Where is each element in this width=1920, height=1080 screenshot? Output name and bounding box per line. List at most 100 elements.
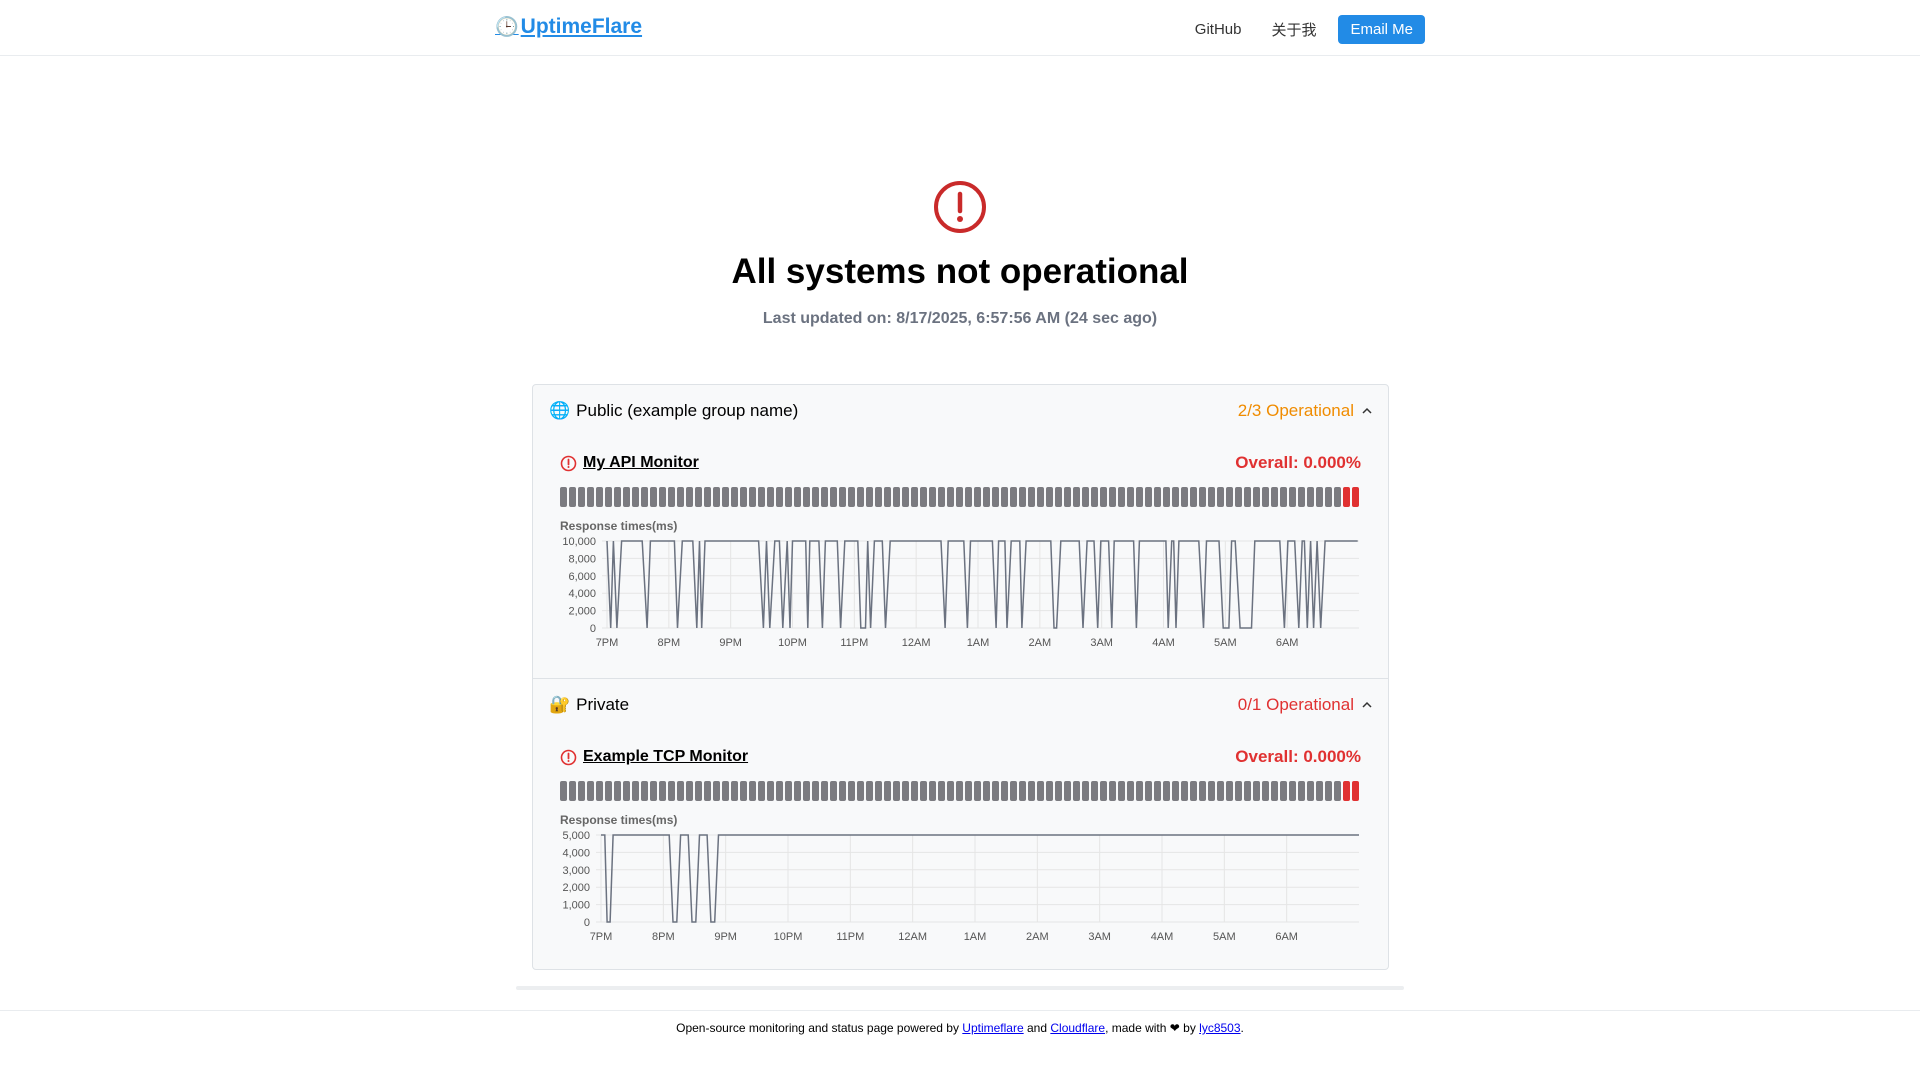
uptime-bar[interactable]	[1037, 781, 1044, 801]
uptime-bar[interactable]	[1244, 487, 1251, 507]
uptime-bar[interactable]	[587, 487, 594, 507]
uptime-bar[interactable]	[911, 487, 918, 507]
uptime-bar[interactable]	[569, 781, 576, 801]
uptime-bar[interactable]	[812, 487, 819, 507]
uptime-bar[interactable]	[560, 781, 567, 801]
uptime-bar[interactable]	[1271, 487, 1278, 507]
uptime-bar[interactable]	[749, 487, 756, 507]
uptime-bar[interactable]	[830, 487, 837, 507]
uptime-bar[interactable]	[677, 781, 684, 801]
uptime-bar[interactable]	[1334, 781, 1341, 801]
uptime-bar[interactable]	[1019, 781, 1026, 801]
uptime-bar[interactable]	[641, 781, 648, 801]
uptime-bar[interactable]	[1019, 487, 1026, 507]
uptime-bar[interactable]	[704, 487, 711, 507]
uptime-bar[interactable]	[1289, 781, 1296, 801]
uptime-bar[interactable]	[929, 781, 936, 801]
uptime-bar[interactable]	[983, 781, 990, 801]
uptimeflare-link[interactable]: Uptimeflare	[962, 1021, 1023, 1035]
uptime-bar[interactable]	[848, 487, 855, 507]
uptime-bar[interactable]	[1271, 781, 1278, 801]
uptime-bar[interactable]	[812, 781, 819, 801]
uptime-bar[interactable]	[578, 487, 585, 507]
uptime-bar[interactable]	[1343, 781, 1350, 801]
uptime-bar[interactable]	[1307, 781, 1314, 801]
uptime-bar[interactable]	[857, 781, 864, 801]
uptime-bar[interactable]	[1028, 781, 1035, 801]
uptime-bar[interactable]	[1334, 487, 1341, 507]
uptime-bar[interactable]	[695, 487, 702, 507]
uptime-bar[interactable]	[794, 487, 801, 507]
uptime-bar[interactable]	[1235, 487, 1242, 507]
uptime-bar[interactable]	[866, 781, 873, 801]
uptime-bar[interactable]	[956, 487, 963, 507]
uptime-bar[interactable]	[1343, 487, 1350, 507]
uptime-bar[interactable]	[938, 487, 945, 507]
uptime-bar[interactable]	[668, 487, 675, 507]
uptime-bar[interactable]	[929, 487, 936, 507]
uptime-bar[interactable]	[1127, 487, 1134, 507]
uptime-bar[interactable]	[776, 781, 783, 801]
uptime-bar[interactable]	[911, 781, 918, 801]
uptime-bar[interactable]	[614, 781, 621, 801]
uptime-bar[interactable]	[1010, 487, 1017, 507]
uptime-bar[interactable]	[1208, 487, 1215, 507]
uptime-bar[interactable]	[848, 781, 855, 801]
uptime-bar[interactable]	[632, 781, 639, 801]
uptime-bar[interactable]	[659, 781, 666, 801]
uptime-bar[interactable]	[920, 781, 927, 801]
uptime-bar[interactable]	[1046, 487, 1053, 507]
uptime-bar[interactable]	[623, 781, 630, 801]
uptime-bar[interactable]	[1352, 781, 1359, 801]
uptime-bar[interactable]	[965, 781, 972, 801]
uptime-bar[interactable]	[1109, 781, 1116, 801]
uptime-bar[interactable]	[1280, 781, 1287, 801]
uptime-bar[interactable]	[587, 781, 594, 801]
uptime-bar[interactable]	[1208, 781, 1215, 801]
uptime-bar[interactable]	[1289, 487, 1296, 507]
uptime-bar[interactable]	[893, 781, 900, 801]
uptime-bar[interactable]	[686, 781, 693, 801]
uptime-bar[interactable]	[947, 781, 954, 801]
uptime-bar[interactable]	[740, 487, 747, 507]
uptime-bar[interactable]	[1190, 487, 1197, 507]
uptime-bar[interactable]	[920, 487, 927, 507]
uptime-bar[interactable]	[758, 781, 765, 801]
monitor-name-link[interactable]: My API Monitor	[560, 454, 699, 472]
uptime-bar[interactable]	[1136, 487, 1143, 507]
uptime-bar[interactable]	[1136, 781, 1143, 801]
monitor-name-link[interactable]: Example TCP Monitor	[560, 748, 748, 766]
uptime-bar[interactable]	[1181, 487, 1188, 507]
uptime-bar[interactable]	[1298, 781, 1305, 801]
uptime-bar[interactable]	[1100, 487, 1107, 507]
uptime-bar[interactable]	[1217, 781, 1224, 801]
uptime-bar[interactable]	[821, 487, 828, 507]
uptime-bar[interactable]	[1091, 781, 1098, 801]
uptime-bar[interactable]	[1226, 487, 1233, 507]
uptime-bar[interactable]	[893, 487, 900, 507]
uptime-bar[interactable]	[1181, 781, 1188, 801]
uptime-bar[interactable]	[1172, 487, 1179, 507]
uptime-bar[interactable]	[1064, 487, 1071, 507]
uptime-bar[interactable]	[632, 487, 639, 507]
uptime-bar[interactable]	[902, 487, 909, 507]
uptime-bar[interactable]	[1082, 487, 1089, 507]
uptime-bar[interactable]	[803, 781, 810, 801]
uptime-bar[interactable]	[1253, 487, 1260, 507]
uptime-bar[interactable]	[713, 487, 720, 507]
uptime-bar[interactable]	[884, 487, 891, 507]
uptime-bar[interactable]	[776, 487, 783, 507]
cloudflare-link[interactable]: Cloudflare	[1050, 1021, 1105, 1035]
uptime-bar[interactable]	[974, 487, 981, 507]
uptime-bar[interactable]	[1046, 781, 1053, 801]
uptime-bar[interactable]	[668, 781, 675, 801]
uptime-bar[interactable]	[605, 781, 612, 801]
uptime-bar[interactable]	[1118, 781, 1125, 801]
uptime-bar[interactable]	[695, 781, 702, 801]
uptime-bar[interactable]	[1298, 487, 1305, 507]
uptime-bar[interactable]	[686, 487, 693, 507]
uptime-bar[interactable]	[965, 487, 972, 507]
uptime-bar[interactable]	[866, 487, 873, 507]
uptime-bar[interactable]	[650, 781, 657, 801]
uptime-bar[interactable]	[902, 781, 909, 801]
